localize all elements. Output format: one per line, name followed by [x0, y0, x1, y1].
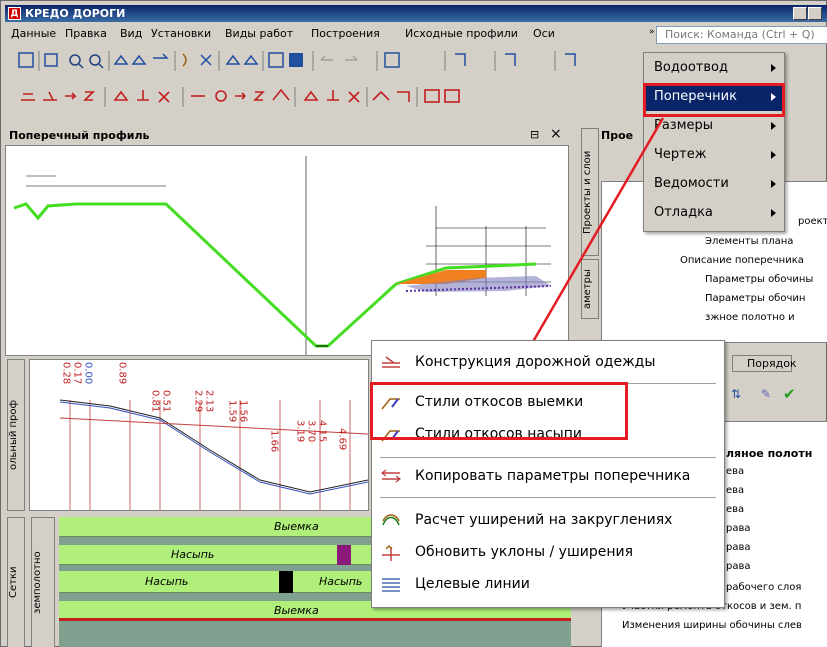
menu-data[interactable]: Данные — [11, 27, 56, 40]
highlight-slope-styles — [370, 382, 628, 440]
params-vtab[interactable]: аметры — [581, 259, 599, 319]
menu-work-types[interactable]: Виды работ — [225, 27, 293, 40]
order-tab[interactable]: Порядок — [732, 355, 797, 372]
order-tab-label: Порядок — [747, 357, 797, 370]
elevation-label: 1.56 — [238, 400, 249, 422]
menu-axes[interactable]: Оси — [533, 27, 555, 40]
menu-item-statements[interactable]: Ведомости — [644, 170, 784, 198]
grid-marker — [279, 571, 293, 593]
menu-item-drainage[interactable]: Водоотвод — [644, 54, 784, 82]
command-search-input[interactable]: Поиск: Команда (Ctrl + Q) — [656, 26, 827, 44]
long-profile-drawing: 0.28 0.17 0.00 0.89 0.81 0.51 2.29 2.13 … — [59, 362, 369, 510]
grid-cell-cut: Выемка — [274, 604, 319, 617]
road-layers-icon — [382, 356, 400, 368]
projects-layers-vtab[interactable]: Проекты и слои — [581, 128, 599, 256]
edit-icon[interactable]: ✎ — [761, 387, 771, 401]
elevation-label: 0.51 — [161, 390, 172, 412]
refresh-slopes-icon — [382, 544, 400, 561]
title-bar: Д КРЕДО ДОРОГИ — [5, 5, 827, 22]
tree-item[interactable]: Изменения ширины обочины слев — [622, 620, 802, 631]
menu-constructions[interactable]: Построения — [311, 27, 380, 40]
menu-separator — [380, 457, 716, 458]
toolbar-icons-2[interactable] — [5, 84, 645, 110]
tree-item[interactable]: ева — [726, 466, 744, 477]
target-lines-icon — [382, 578, 400, 592]
tree-item[interactable]: зжное полотно и — [705, 312, 795, 323]
elevation-label: 3.70 — [306, 420, 317, 442]
menu-item-debug[interactable]: Отладка — [644, 199, 784, 227]
tree-item[interactable]: рава — [726, 561, 751, 572]
construction-submenu: Водоотвод Поперечник Размеры Чертеж Ведо… — [643, 52, 785, 232]
widening-icon — [382, 514, 400, 526]
menu-separator — [380, 497, 716, 498]
menu-item-drawing[interactable]: Чертеж — [644, 141, 784, 169]
elevation-label: 1.66 — [269, 430, 280, 452]
grid-cell-fill: Насыпь — [319, 575, 363, 588]
grid-cell-fill: Насыпь — [171, 548, 215, 561]
grids-vtab[interactable]: Сетки — [7, 517, 25, 647]
elevation-label: 3.19 — [295, 420, 306, 442]
tree-toolbar: ⇅ ✎ ✔ — [725, 379, 827, 413]
menu-source-profiles[interactable]: Исходные профили — [405, 27, 518, 40]
maximize-button[interactable] — [808, 7, 822, 20]
menu-overflow-chevron[interactable]: » — [649, 27, 655, 37]
tree-item[interactable]: ляное полотн — [726, 447, 812, 460]
earthwork-vtab[interactable]: земполотно — [31, 517, 55, 647]
highlight-cross-section — [643, 83, 785, 117]
elevation-label: 4.69 — [337, 428, 348, 450]
elevation-label: 0.28 — [61, 362, 72, 384]
menu-item-target-lines[interactable]: Целевые линии — [372, 569, 724, 599]
tree-item[interactable]: Параметры обочин — [705, 293, 805, 304]
menu-settings[interactable]: Установки — [151, 27, 211, 40]
grid-marker — [337, 545, 351, 565]
elevation-label: 1.59 — [227, 400, 238, 422]
app-window: Д КРЕДО ДОРОГИ Данные Правка Вид Установ… — [0, 0, 827, 647]
grid-cell-cut: Выемка — [274, 520, 319, 533]
elevation-label: 2.29 — [193, 390, 204, 412]
grid-cell-fill: Насыпь — [145, 575, 189, 588]
panel-pin-icon[interactable]: ⊟ — [530, 128, 539, 141]
cross-profile-title: Поперечный профиль — [9, 129, 150, 142]
long-profile-vtab[interactable]: ольный проф — [7, 359, 25, 511]
tree-item[interactable]: рабочего слоя — [726, 582, 801, 593]
copy-params-icon — [381, 469, 401, 483]
tree-item[interactable]: рава — [726, 542, 751, 553]
elevation-label: 0.17 — [72, 362, 83, 384]
tree-item[interactable]: Описание поперечника — [680, 255, 804, 266]
cross-profile-drawing — [13, 156, 552, 355]
menu-edit[interactable]: Правка — [65, 27, 107, 40]
elevation-label: 4.15 — [317, 420, 328, 442]
cross-profile-canvas[interactable] — [5, 145, 569, 356]
tree-item[interactable]: Элементы плана — [705, 236, 793, 247]
elevation-label: 0.00 — [83, 362, 94, 384]
tree-item[interactable]: ева — [726, 485, 744, 496]
minimize-button[interactable] — [793, 7, 807, 20]
tree-item[interactable]: роекта — [798, 216, 827, 227]
menu-item-copy-params[interactable]: Копировать параметры поперечника — [372, 461, 724, 491]
tree-item[interactable]: Параметры обочины — [705, 274, 813, 285]
elevation-label: 2.13 — [204, 390, 215, 412]
panel-close-icon[interactable]: × — [550, 126, 562, 142]
menu-item-refresh-slopes[interactable]: Обновить уклоны / уширения — [372, 537, 724, 567]
menu-item-widening-calc[interactable]: Расчет уширений на закруглениях — [372, 505, 724, 535]
cross-section-context-menu: Конструкция дорожной одежды Стили откосо… — [371, 340, 725, 608]
elevation-label: 0.89 — [117, 362, 128, 384]
check-icon[interactable]: ✔ — [783, 385, 796, 403]
toolbar-icons-1[interactable] — [5, 48, 645, 74]
menu-view[interactable]: Вид — [120, 27, 142, 40]
app-icon: Д — [8, 7, 21, 20]
tree-item[interactable]: ева — [726, 504, 744, 515]
menu-bar: Данные Правка Вид Установки Виды работ П… — [5, 25, 827, 45]
long-profile-canvas[interactable]: 0.28 0.17 0.00 0.89 0.81 0.51 2.29 2.13 … — [29, 359, 369, 511]
expand-icon[interactable]: ⇅ — [731, 387, 741, 401]
window-title: КРЕДО ДОРОГИ — [25, 7, 126, 20]
tree-item[interactable]: рава — [726, 523, 751, 534]
elevation-label: 0.81 — [150, 390, 161, 412]
menu-item-road-structure[interactable]: Конструкция дорожной одежды — [372, 347, 724, 377]
right-panel-title: Прое — [601, 129, 634, 142]
